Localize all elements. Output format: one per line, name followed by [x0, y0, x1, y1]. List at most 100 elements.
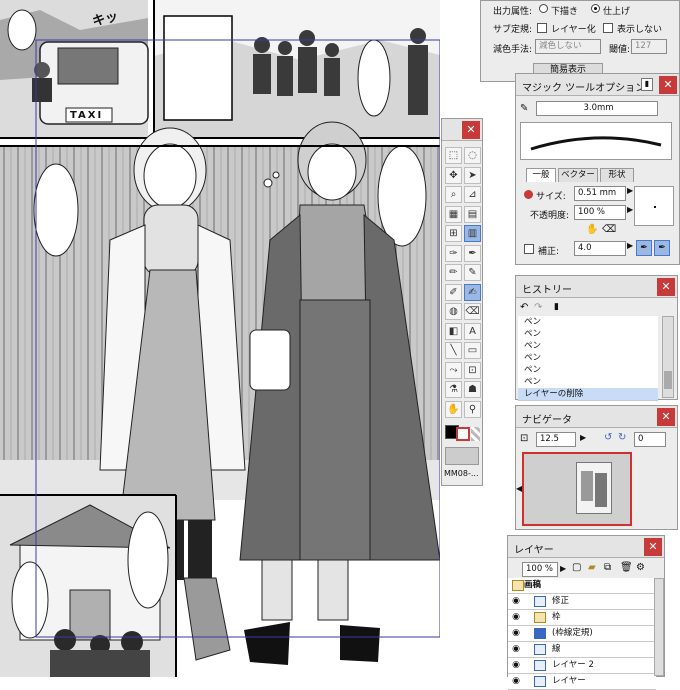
redo-icon[interactable]: ↷	[534, 302, 542, 313]
history-titlebar[interactable]: ヒストリー ✕	[516, 276, 677, 298]
move-icon[interactable]: ✥	[445, 166, 462, 184]
rotate-left-icon[interactable]: ↺	[604, 432, 612, 443]
ink-icon[interactable]: ✍	[464, 283, 481, 301]
stabilize-a-icon[interactable]: ✒	[636, 240, 652, 256]
layer-move-icon[interactable]: ▥	[464, 225, 481, 242]
lasso-icon[interactable]: ◌	[464, 147, 481, 164]
eye-icon[interactable]: ◉	[510, 611, 522, 623]
layer-scrollbar[interactable]	[654, 578, 664, 676]
navigator-left-arrow-icon[interactable]: ◀	[516, 484, 522, 493]
brush-icon: ✎	[520, 103, 529, 114]
ruler-icon[interactable]: ⊿	[464, 186, 481, 203]
brush-size-field[interactable]: 3.0mm	[536, 101, 658, 116]
rect-shape-icon[interactable]: ▭	[464, 342, 481, 359]
rotate-right-icon[interactable]: ↻	[618, 432, 626, 443]
eye-icon[interactable]: ◉	[510, 627, 522, 639]
hide-checkbox[interactable]	[603, 23, 613, 33]
radio-final[interactable]	[591, 4, 600, 13]
threshold-input[interactable]: 127	[631, 39, 667, 54]
delete-layer-icon[interactable]: 🗑	[620, 562, 633, 573]
size-input[interactable]: 0.51 mm	[574, 186, 626, 201]
navigator-view-frame[interactable]	[522, 452, 632, 526]
eyedropper-icon[interactable]: ✑	[445, 244, 462, 262]
view-zoom-icon[interactable]: ⚲	[464, 400, 481, 418]
size-spinner-icon[interactable]: ▶	[627, 186, 633, 195]
texture-thumbnail[interactable]	[445, 447, 479, 465]
selection-rect-icon[interactable]: ⬚	[445, 147, 462, 164]
pointer-icon[interactable]: ➤	[464, 166, 481, 184]
opacity-spinner-icon[interactable]: ▶	[627, 205, 633, 214]
frame-icon[interactable]: ⊡	[464, 361, 481, 379]
radio-draft[interactable]	[539, 4, 548, 13]
toolbox-close-button[interactable]: ✕	[462, 121, 480, 139]
history-close-button[interactable]: ✕	[657, 278, 675, 296]
grid-icon[interactable]: ▦	[445, 205, 462, 223]
history-scrollbar[interactable]	[662, 316, 674, 398]
eye-icon[interactable]: ◉	[510, 659, 522, 671]
eye-icon[interactable]: ◉	[510, 595, 522, 607]
tone-icon[interactable]: ⚗	[445, 381, 462, 398]
zoom-icon[interactable]: ⊡	[520, 433, 528, 444]
tab-general[interactable]: 一般	[526, 168, 556, 182]
panel-menu-icon[interactable]: ▮	[641, 78, 653, 91]
navigator-preview[interactable]	[522, 452, 632, 526]
output-attr-label: 出力属性:	[493, 7, 533, 17]
layer-row[interactable]: ◉ レイヤー	[508, 674, 656, 690]
layer-row[interactable]: ◉ 枠	[508, 610, 656, 626]
layers-close-button[interactable]: ✕	[644, 538, 662, 556]
correct-checkbox[interactable]	[524, 244, 534, 254]
eraser-icon[interactable]: ⌫	[464, 303, 481, 320]
eye-icon[interactable]: ◉	[510, 643, 522, 655]
sub-color-swatch[interactable]	[456, 427, 470, 441]
layer-icon	[534, 660, 546, 671]
marker-icon[interactable]: ✎	[464, 264, 481, 281]
zoom-tool-icon[interactable]: ⌕	[445, 186, 462, 203]
layer-row[interactable]: ◉画稿	[508, 578, 656, 594]
history-item[interactable]: レイヤーの削除	[518, 388, 658, 401]
history-menu-icon[interactable]: ▮	[554, 302, 559, 312]
correct-input[interactable]: 4.0	[574, 241, 626, 256]
new-layer-icon[interactable]: ▢	[572, 562, 581, 573]
copy-layer-icon[interactable]: ⧉	[604, 562, 611, 573]
undo-icon[interactable]: ↶	[520, 302, 528, 313]
opacity-input[interactable]: 100 %	[574, 205, 626, 220]
hand-tool-icon[interactable]: ✋	[586, 224, 598, 235]
eraser-small-icon[interactable]: ⌫	[602, 224, 616, 235]
layers-titlebar[interactable]: レイヤー ✕	[508, 536, 664, 558]
magic-tool-close-button[interactable]: ✕	[659, 76, 677, 94]
magic-tool-titlebar[interactable]: マジック ツールオプション ▮ ✕	[516, 74, 679, 96]
navigator-titlebar[interactable]: ナビゲータ ✕	[516, 406, 677, 428]
layer-opacity-input[interactable]: 100 %	[522, 562, 558, 577]
layer-row[interactable]: ◉ 線	[508, 642, 656, 658]
layer-row[interactable]: ◉ 修正	[508, 594, 656, 610]
correction-icon[interactable]: ⤳	[445, 361, 462, 379]
layer-row[interactable]: ◉ レイヤー 2	[508, 658, 656, 674]
opacity-dropdown-icon[interactable]: ▶	[560, 564, 566, 573]
stabilize-b-icon[interactable]: ✒	[654, 240, 670, 256]
reduce-select[interactable]: 減色しない	[535, 39, 601, 54]
text-icon[interactable]: A	[464, 322, 481, 340]
new-folder-icon[interactable]: ▰	[588, 562, 596, 573]
hatch-icon[interactable]: ▤	[464, 205, 481, 223]
tab-vector[interactable]: ベクター	[558, 168, 598, 182]
zoom-spinner-icon[interactable]: ▶	[580, 433, 586, 442]
brush-stroke-preview	[530, 136, 662, 151]
blur-icon[interactable]: ◍	[445, 303, 462, 320]
airbrush-icon[interactable]: ✐	[445, 283, 462, 301]
tab-shape[interactable]: 形状	[600, 168, 634, 182]
fill-bucket-icon[interactable]: ⊞	[445, 225, 462, 242]
brush-icon[interactable]: ✏	[445, 264, 462, 281]
hand-icon[interactable]: ✋	[445, 400, 462, 418]
gradient-icon[interactable]: ◧	[445, 322, 462, 340]
zoom-input[interactable]: 12.5	[536, 432, 576, 447]
transparent-swatch[interactable]	[471, 427, 480, 441]
layer-row[interactable]: ◉ (枠線定規)	[508, 626, 656, 642]
layer-mode-checkbox[interactable]	[537, 23, 547, 33]
layer-settings-icon[interactable]: ⚙	[636, 562, 645, 573]
line-icon[interactable]: ╲	[445, 342, 462, 359]
pen-icon[interactable]: ✒	[464, 244, 481, 262]
stamp-icon[interactable]: ☗	[464, 381, 481, 398]
navigator-close-button[interactable]: ✕	[657, 408, 675, 426]
correct-spinner-icon[interactable]: ▶	[627, 241, 633, 250]
rotate-input[interactable]: 0	[634, 432, 666, 447]
